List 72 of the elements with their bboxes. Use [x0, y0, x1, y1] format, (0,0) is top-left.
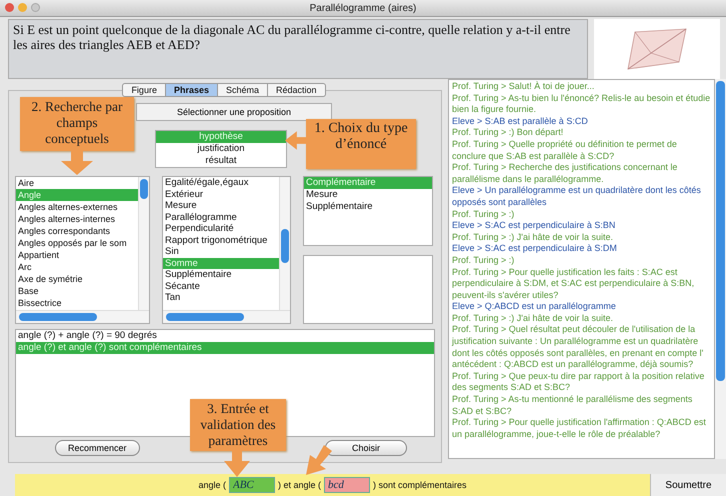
list-item[interactable]: Axe de symétrie [16, 273, 138, 285]
chat-message: Prof. Turing > Quelle propriété ou définition te permet de conclure que S:AB est parallèle à S:CD? [452, 138, 678, 162]
chat-message: Prof. Turing > Pour quelle justification les faits : S:AC est perpendiculaire à S:DM, et S:AC est perpendiculaire à S:BN, peuvent-ils s'avérer utiles? [452, 266, 696, 302]
list-item[interactable]: Appartient [16, 249, 138, 261]
list-item[interactable]: Egalité/égale,égaux [163, 177, 279, 188]
scrollbar[interactable] [138, 177, 149, 310]
chat-message: Prof. Turing > :) Bon départ! [452, 127, 564, 139]
list-item[interactable]: Rapport trigonométrique [163, 234, 279, 246]
chat-message: Eleve > S:AC est perpendiculaire à S:BN [452, 220, 616, 232]
tab[interactable]: Schéma [218, 83, 268, 97]
chat-message: Prof. Turing > Recherche des justifications concernant le parallélisme dans le parallélogramme. [452, 162, 678, 186]
tab[interactable]: Rédaction [268, 83, 326, 97]
chat-message: Prof. Turing > Que peux-tu dire par rapport à la position relative des segments S:AD et S:BC? [452, 370, 706, 394]
list-item[interactable]: justification [156, 143, 286, 155]
list-item[interactable]: Arc [16, 261, 138, 273]
scrollbar[interactable] [163, 310, 290, 323]
chat-message: Prof. Turing > As-tu bien lu l'énoncé? Relis-le au besoin et étudie bien la figure fournie. [452, 92, 711, 116]
callout-arrow [61, 151, 93, 175]
callout-label: 2. Recherche par champs conceptuels [20, 97, 134, 151]
chat-message: Eleve > S:AC est perpendiculaire à S:DM [452, 243, 618, 255]
input-field[interactable]: bcd [324, 477, 370, 493]
chat-message: Prof. Turing > As-tu mentionné le parallélisme des segments S:AD et S:BC? [452, 394, 694, 418]
list-item[interactable]: angle (?) + angle (?) = 90 degrés [16, 330, 434, 342]
chat-message: Prof. Turing > :) [452, 254, 516, 266]
chat-message: Eleve > Un parallélogramme est un quadrilatère dont les côtés opposés sont parallèles [452, 185, 702, 209]
entry-text: ) et angle ( [278, 480, 321, 490]
chat-message: Eleve > Q:ABCD est un parallélogramme [452, 301, 617, 313]
list-item[interactable]: résultat [156, 155, 286, 167]
zoom-button[interactable] [31, 3, 40, 12]
list-item[interactable]: Supplémentaire [163, 269, 279, 280]
list-item[interactable]: Perpendicularité [163, 223, 279, 234]
chat-message: Prof. Turing > Pour quelle justification l'affirmation : Q:ABCD est un parallélogramme, joue-t-elle le rôle de préalable? [452, 417, 707, 440]
callout-label: 1. Choix du type d’énoncé [306, 119, 416, 169]
list-item[interactable]: Angles opposés par le som [16, 237, 138, 249]
list-item[interactable]: Aire [16, 177, 138, 189]
list-item[interactable]: Bissectrice [16, 297, 138, 309]
list-item[interactable]: Tan [163, 292, 279, 304]
list-item[interactable]: Sin [163, 246, 279, 258]
list-item[interactable]: Sécante [163, 280, 279, 292]
list-item[interactable]: Angles alternes-externes [16, 201, 138, 213]
tab[interactable]: Phrases [166, 83, 218, 97]
list-item[interactable]: Parallélogramme [163, 212, 279, 223]
chat-message: Prof. Turing > Quel résultat peut découler de l'utilisation de la justification suivante : Un parallélogramme est un quadrilatère dont les côtés opposés sont parallèles, en prenant en compte l' antécédent : Q:ABCD est un parallélogramme, déjà soumis? [452, 324, 704, 371]
list-item[interactable]: Mesure [304, 189, 432, 201]
chat-message: Prof. Turing > :) [452, 208, 516, 220]
scrollbar[interactable] [715, 79, 726, 459]
chat-message: Prof. Turing > :) J'ai hâte de voir la suite. [452, 232, 614, 244]
chat-message: Prof. Turing > Salut! À toi de jouer... [452, 81, 596, 93]
callout-arrow [224, 451, 250, 477]
list-item[interactable]: Base [16, 285, 138, 297]
chat-message: Eleve > S:AB est parallèle à S:CD [452, 116, 589, 128]
callout-arrow [285, 131, 307, 150]
window-title: Parallélogramme (aires) [310, 2, 416, 14]
question-text: Si E est un point quelconque de la diagonale AC du parallélogramme ci-contre, quelle relation y a-t-il entre les aires des triangles AEB et AED? [8, 19, 588, 79]
list-item[interactable]: Angles alternes-internes [16, 213, 138, 225]
callout-label: 3. Entrée et validation des paramètres [190, 399, 286, 451]
scrollbar[interactable] [16, 310, 149, 323]
select-button[interactable]: Sélectionner une proposition [136, 103, 332, 121]
list-item[interactable]: Supplémentaire [304, 201, 432, 213]
tab[interactable]: Figure [122, 83, 166, 97]
entry-text: angle ( [198, 480, 226, 490]
list-item[interactable]: Extérieur [163, 188, 279, 200]
entry-text: ) sont complémentaires [373, 480, 467, 490]
chat-message: Prof. Turing > :) J'ai hâte de voir la suite. [452, 312, 614, 324]
submit-button[interactable]: Soumettre [650, 474, 726, 496]
close-button[interactable] [5, 3, 14, 12]
scrollbar[interactable] [279, 177, 290, 310]
list-item[interactable]: Mesure [163, 200, 279, 212]
parallelogram-drawing [627, 28, 687, 70]
action-button[interactable]: Choisir [325, 440, 407, 456]
list-item[interactable]: Angles correspondants [16, 225, 138, 237]
action-button[interactable]: Recommencer [55, 440, 140, 456]
